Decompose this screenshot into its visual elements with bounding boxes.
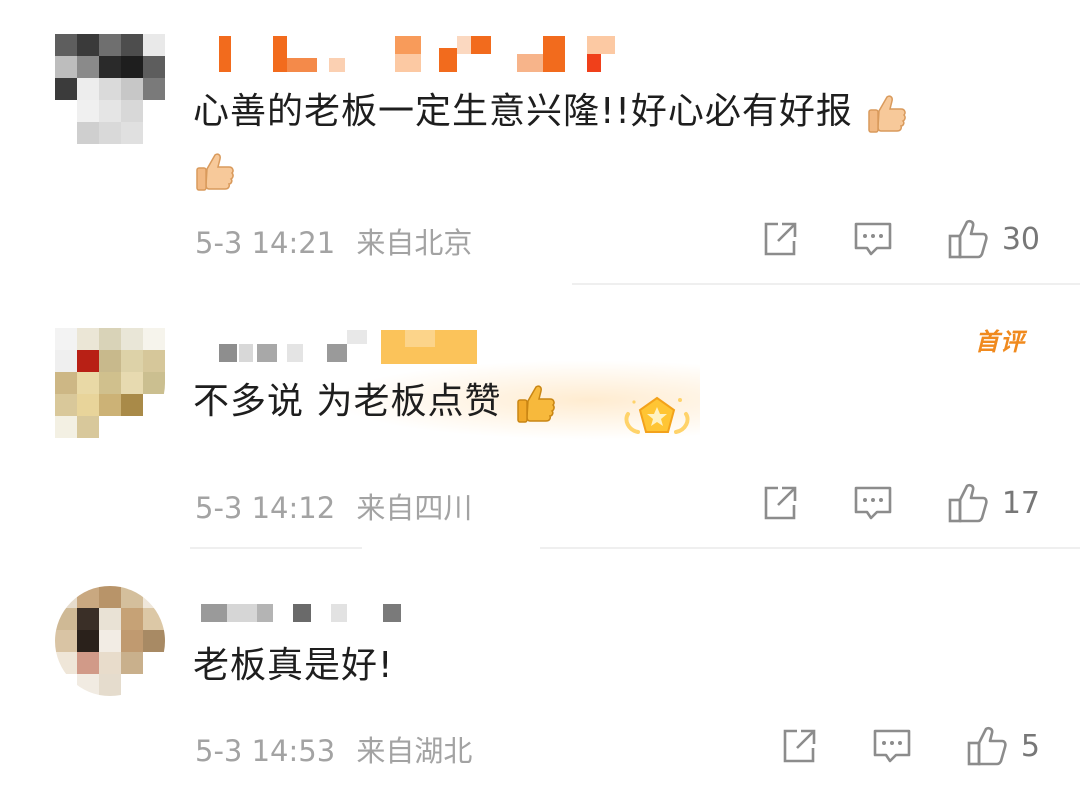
timestamp: 5-3 14:53 bbox=[195, 734, 336, 768]
share-button[interactable] bbox=[760, 483, 800, 523]
avatar[interactable] bbox=[55, 328, 165, 438]
like-button[interactable]: 5 bbox=[965, 724, 1040, 768]
comment-icon bbox=[873, 729, 911, 763]
username-blurred[interactable] bbox=[195, 36, 625, 72]
comment-icon bbox=[854, 486, 892, 520]
share-icon bbox=[764, 222, 797, 256]
comment-actions: 30 bbox=[760, 217, 1040, 261]
avatar[interactable] bbox=[55, 34, 165, 144]
share-icon bbox=[783, 729, 816, 763]
comment-actions: 5 bbox=[779, 724, 1040, 768]
comment-text: 老板真是好! bbox=[193, 645, 394, 686]
divider bbox=[572, 283, 1080, 285]
username-blurred[interactable] bbox=[195, 330, 495, 366]
comment-meta: 5-3 14:21 来自北京 bbox=[195, 220, 472, 262]
first-comment-badge: 首评 bbox=[975, 328, 1025, 356]
divider bbox=[190, 547, 362, 549]
location: 来自湖北 bbox=[356, 734, 473, 768]
timestamp: 5-3 14:12 bbox=[195, 491, 336, 525]
username-blurred[interactable] bbox=[195, 604, 415, 640]
avatar[interactable] bbox=[55, 586, 165, 696]
thumbs-up-emoji-icon bbox=[865, 91, 909, 135]
share-button[interactable] bbox=[779, 726, 819, 766]
share-icon bbox=[764, 486, 797, 520]
like-count: 17 bbox=[1001, 485, 1040, 521]
thumbs-up-emoji-icon bbox=[514, 381, 558, 425]
thumbs-up-icon bbox=[967, 726, 1007, 766]
timestamp: 5-3 14:21 bbox=[195, 226, 336, 260]
thumbs-up-emoji-icon bbox=[193, 149, 237, 193]
thumbs-up-icon bbox=[948, 219, 988, 259]
location: 来自北京 bbox=[356, 226, 473, 260]
comment-meta: 5-3 14:53 来自湖北 bbox=[195, 728, 472, 770]
comment-actions: 17 bbox=[760, 481, 1040, 525]
like-button[interactable]: 17 bbox=[946, 481, 1040, 525]
reply-button[interactable] bbox=[852, 483, 894, 523]
share-button[interactable] bbox=[760, 219, 800, 259]
like-count: 5 bbox=[1020, 728, 1040, 764]
location: 来自四川 bbox=[356, 491, 473, 525]
like-button[interactable]: 30 bbox=[946, 217, 1040, 261]
medal-badge-icon bbox=[622, 392, 692, 452]
divider bbox=[540, 547, 1080, 549]
comment-icon bbox=[854, 222, 892, 256]
reply-button[interactable] bbox=[852, 219, 894, 259]
comment-meta: 5-3 14:12 来自四川 bbox=[195, 485, 472, 527]
comment-text: 不多说 为老板点赞 bbox=[193, 372, 558, 432]
thumbs-up-icon bbox=[948, 483, 988, 523]
comment-text-continued bbox=[193, 140, 237, 200]
reply-button[interactable] bbox=[871, 726, 913, 766]
like-count: 30 bbox=[1001, 221, 1040, 257]
comment-text: 心善的老板一定生意兴隆!!好心必有好报 bbox=[193, 82, 909, 142]
